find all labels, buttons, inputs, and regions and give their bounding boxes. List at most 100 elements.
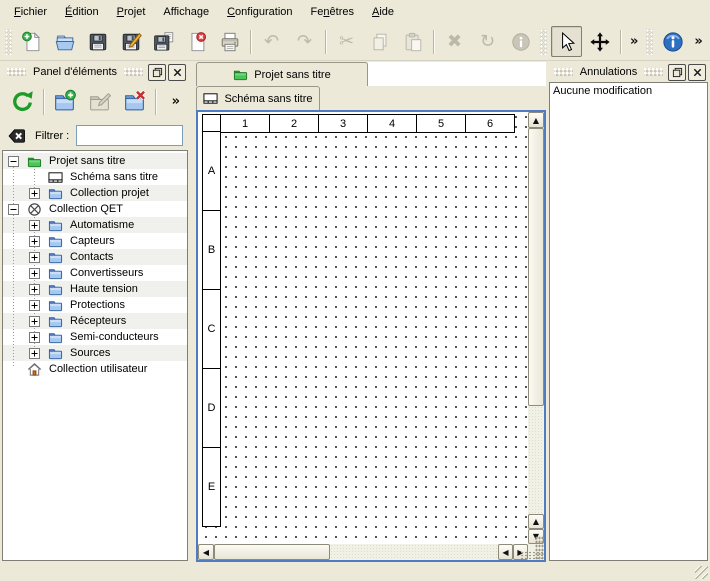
expand-expander-icon[interactable]: [29, 252, 40, 263]
folder-icon: [48, 250, 64, 265]
horizontal-scrollbar: ◀ ◀ ▶: [198, 544, 528, 560]
reload-collections-button[interactable]: [7, 86, 38, 117]
scroll-left-button-2[interactable]: ◀: [498, 544, 513, 560]
tree-item-semi-conducteurs[interactable]: Semi-conducteurs: [3, 329, 187, 345]
horizontal-scrollbar-track[interactable]: [330, 544, 498, 560]
float-button[interactable]: [668, 64, 686, 81]
filter-input[interactable]: [76, 125, 183, 146]
pan-mode-button[interactable]: [584, 26, 615, 57]
tree-item-projet-sans-titre[interactable]: Projet sans titre: [3, 153, 187, 169]
undo-icon: ↶: [264, 33, 279, 51]
undo-button[interactable]: ↶: [256, 26, 287, 57]
redo-button[interactable]: ↷: [289, 26, 320, 57]
rotate-button[interactable]: ↻: [472, 26, 503, 57]
toolbar-handle[interactable]: [5, 29, 12, 55]
menu-item-6[interactable]: Aide: [363, 3, 403, 21]
elements-panel-titlebar: Panel d'éléments: [2, 62, 188, 82]
tree-item-contacts[interactable]: Contacts: [3, 249, 187, 265]
tree-item-automatisme[interactable]: Automatisme: [3, 217, 187, 233]
expander-placeholder: [29, 172, 40, 183]
select-mode-button[interactable]: [551, 26, 582, 57]
paste-button[interactable]: [397, 26, 428, 57]
toolbar-overflow-button[interactable]: »: [625, 32, 643, 51]
tree-item-protections[interactable]: Protections: [3, 297, 187, 313]
close-button[interactable]: [168, 64, 186, 81]
close-button[interactable]: [688, 64, 706, 81]
toolbar-overflow-button[interactable]: »: [167, 92, 185, 111]
toolbar-overflow-button[interactable]: »: [689, 32, 707, 51]
column-header-1: 1: [220, 114, 270, 133]
expand-expander-icon[interactable]: [29, 188, 40, 199]
expand-expander-icon[interactable]: [29, 236, 40, 247]
close-file-button[interactable]: [181, 26, 212, 57]
tree-item-convertisseurs[interactable]: Convertisseurs: [3, 265, 187, 281]
expand-expander-icon[interactable]: [29, 316, 40, 327]
open-project-button[interactable]: [49, 26, 80, 57]
copy-button[interactable]: [364, 26, 395, 57]
float-button[interactable]: [148, 64, 166, 81]
resize-grip-icon[interactable]: [695, 566, 708, 579]
horizontal-scrollbar-thumb[interactable]: [214, 544, 330, 560]
delete-button[interactable]: ✖: [439, 26, 470, 57]
scroll-up-button[interactable]: ▲: [528, 112, 544, 128]
row-header-E: E: [202, 447, 221, 527]
delete-category-button[interactable]: [119, 86, 150, 117]
tree-item-capteurs[interactable]: Capteurs: [3, 233, 187, 249]
titlebar-texture: [554, 68, 573, 76]
schema-tab-label: Schéma sans titre: [224, 93, 312, 105]
new-category-button[interactable]: [49, 86, 80, 117]
undo-dock-titlebar: Annulations: [549, 62, 708, 82]
save-as-button[interactable]: [115, 26, 146, 57]
tree-item-collection-projet[interactable]: Collection projet: [3, 185, 187, 201]
tab-project[interactable]: Projet sans titre: [196, 62, 368, 86]
toolbar-separator: [43, 89, 44, 115]
scroll-left-button[interactable]: ◀: [198, 544, 214, 560]
menu-item-3[interactable]: Affichage: [154, 3, 218, 21]
save-button[interactable]: [82, 26, 113, 57]
vertical-scrollbar-track[interactable]: [528, 406, 544, 514]
expand-expander-icon[interactable]: [29, 268, 40, 279]
edit-category-button[interactable]: [84, 86, 115, 117]
expand-expander-icon[interactable]: [29, 300, 40, 311]
menu-item-2[interactable]: Projet: [108, 3, 155, 21]
titlebar-texture: [124, 68, 143, 76]
cut-button[interactable]: ✂: [331, 26, 362, 57]
tree-item-collection-qet[interactable]: Collection QET: [3, 201, 187, 217]
expand-expander-icon[interactable]: [29, 348, 40, 359]
undo-list-item[interactable]: Aucune modification: [550, 83, 707, 99]
toolbar-handle[interactable]: [540, 29, 547, 55]
diagram-view: 123456 ABCDE ▲ ▲ ▼ ◀ ◀ ▶: [196, 110, 546, 562]
filter-label: Filtrer :: [35, 130, 69, 142]
expand-expander-icon[interactable]: [29, 220, 40, 231]
tree-item-haute-tension[interactable]: Haute tension: [3, 281, 187, 297]
scroll-up-button-2[interactable]: ▲: [528, 514, 544, 529]
vertical-scrollbar-thumb[interactable]: [528, 128, 544, 406]
tab-schema[interactable]: Schéma sans titre: [196, 86, 320, 110]
menu-item-1[interactable]: Édition: [56, 3, 108, 21]
save-all-button[interactable]: [148, 26, 179, 57]
clear-filter-button[interactable]: [7, 126, 27, 146]
titlebar-texture: [7, 68, 26, 76]
tree-item-sch-ma-sans-titre[interactable]: Schéma sans titre: [3, 169, 187, 185]
folder-new-icon: [52, 89, 77, 114]
expand-expander-icon[interactable]: [29, 332, 40, 343]
collapse-expander-icon[interactable]: [8, 156, 19, 167]
menu-item-5[interactable]: Fenêtres: [302, 3, 363, 21]
tree-item-label: Collection utilisateur: [49, 363, 147, 375]
expand-expander-icon[interactable]: [29, 284, 40, 295]
tree-item-r-cepteurs[interactable]: Récepteurs: [3, 313, 187, 329]
folder-icon: [48, 314, 64, 329]
tree-item-sources[interactable]: Sources: [3, 345, 187, 361]
toolbar-handle[interactable]: [646, 29, 653, 55]
diagram-canvas[interactable]: 123456 ABCDE: [198, 112, 528, 544]
menu-item-4[interactable]: Configuration: [218, 3, 301, 21]
print-button[interactable]: [214, 26, 245, 57]
new-document-button[interactable]: [16, 26, 47, 57]
menu-item-0[interactable]: Fichier: [5, 3, 56, 21]
home-icon: [27, 362, 43, 377]
element-info-button[interactable]: [505, 26, 536, 57]
row-header-D: D: [202, 368, 221, 448]
tree-item-collection-utilisateur[interactable]: Collection utilisateur: [3, 361, 187, 377]
about-qet-button[interactable]: [657, 26, 688, 57]
collapse-expander-icon[interactable]: [8, 204, 19, 215]
